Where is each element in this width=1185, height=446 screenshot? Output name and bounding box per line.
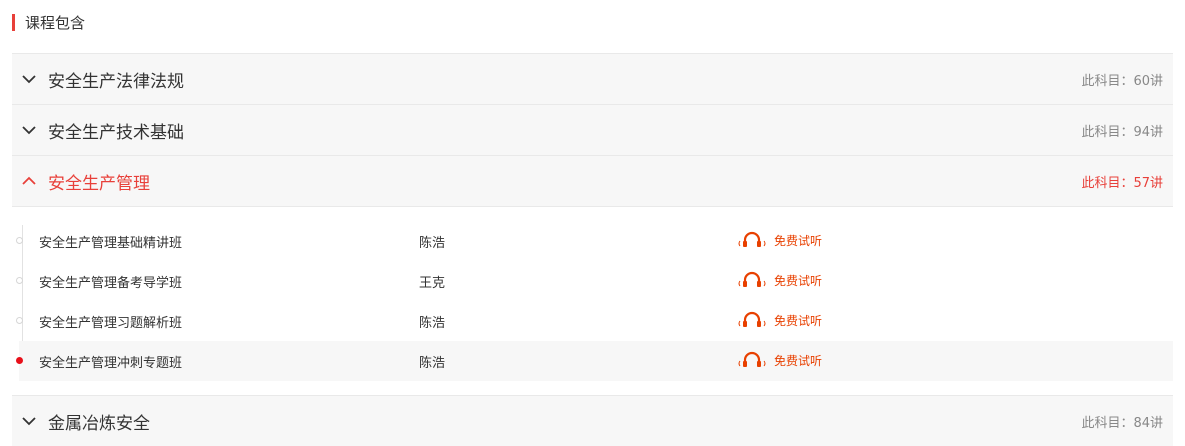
course-row-active[interactable]: 安全生产管理冲刺专题班 陈浩 免费试听 bbox=[16, 341, 1173, 381]
accordion-body: 安全生产管理基础精讲班 陈浩 免费试听 安全生产管理备考导学班 王克 免费试听 … bbox=[12, 206, 1173, 395]
accordion-item: 安全生产技术基础 此科目：94讲 bbox=[12, 104, 1173, 155]
accordion-header-legal[interactable]: 安全生产法律法规 此科目：60讲 bbox=[12, 54, 1173, 104]
accordion-item: 安全生产法律法规 此科目：60讲 bbox=[12, 53, 1173, 104]
lecture-count: 此科目：60讲 bbox=[1081, 73, 1163, 89]
accordion-header-management[interactable]: 安全生产管理 此科目：57讲 bbox=[12, 156, 1173, 206]
course-name: 安全生产管理基础精讲班 bbox=[39, 235, 183, 251]
free-trial-label: 免费试听 bbox=[774, 273, 823, 288]
section-header: 课程包含 bbox=[12, 12, 85, 32]
section-accent-bar bbox=[12, 13, 15, 31]
chevron-down-icon bbox=[20, 412, 38, 430]
course-row[interactable]: 安全生产管理基础精讲班 陈浩 免费试听 bbox=[16, 221, 1173, 261]
accordion-header-metallurgy[interactable]: 金属冶炼安全 此科目：84讲 bbox=[12, 396, 1173, 446]
teacher-name: 陈浩 bbox=[419, 235, 446, 251]
headphones-icon bbox=[738, 271, 766, 287]
free-trial-button[interactable]: 免费试听 bbox=[736, 231, 822, 249]
free-trial-button[interactable]: 免费试听 bbox=[736, 271, 822, 289]
chevron-down-icon bbox=[20, 121, 38, 139]
lecture-count: 此科目：84讲 bbox=[1081, 415, 1163, 431]
chevron-up-icon bbox=[20, 172, 38, 190]
teacher-name: 陈浩 bbox=[419, 315, 446, 331]
course-row[interactable]: 安全生产管理备考导学班 王克 免费试听 bbox=[16, 261, 1173, 301]
headphones-icon bbox=[738, 311, 766, 327]
course-row[interactable]: 安全生产管理习题解析班 陈浩 免费试听 bbox=[16, 301, 1173, 341]
accordion-title: 安全生产管理 bbox=[48, 173, 150, 194]
accordion-title: 安全生产技术基础 bbox=[48, 122, 184, 143]
timeline-dot-active bbox=[16, 357, 23, 364]
course-accordion: 安全生产法律法规 此科目：60讲 安全生产技术基础 此科目：94讲 安全生产管理… bbox=[12, 53, 1173, 446]
accordion-item: 安全生产管理 此科目：57讲 安全生产管理基础精讲班 陈浩 免费试听 安全生产管… bbox=[12, 155, 1173, 395]
accordion-item: 金属冶炼安全 此科目：84讲 bbox=[12, 395, 1173, 446]
chevron-down-icon bbox=[20, 70, 38, 88]
free-trial-label: 免费试听 bbox=[774, 353, 823, 368]
timeline-dot bbox=[16, 237, 23, 244]
course-name: 安全生产管理冲刺专题班 bbox=[39, 355, 183, 371]
free-trial-button[interactable]: 免费试听 bbox=[736, 351, 822, 369]
accordion-title: 安全生产法律法规 bbox=[48, 71, 184, 92]
timeline-dot bbox=[16, 317, 23, 324]
teacher-name: 王克 bbox=[419, 275, 446, 291]
lecture-count: 此科目：94讲 bbox=[1081, 124, 1163, 140]
accordion-title: 金属冶炼安全 bbox=[48, 413, 150, 434]
timeline-dot bbox=[16, 277, 23, 284]
course-name: 安全生产管理习题解析班 bbox=[39, 315, 183, 331]
lecture-count: 此科目：57讲 bbox=[1081, 175, 1163, 191]
course-name: 安全生产管理备考导学班 bbox=[39, 275, 183, 291]
headphones-icon bbox=[738, 231, 766, 247]
free-trial-label: 免费试听 bbox=[774, 313, 823, 328]
section-title: 课程包含 bbox=[25, 13, 86, 32]
free-trial-label: 免费试听 bbox=[774, 233, 823, 248]
free-trial-button[interactable]: 免费试听 bbox=[736, 311, 822, 329]
accordion-header-technology[interactable]: 安全生产技术基础 此科目：94讲 bbox=[12, 105, 1173, 155]
headphones-icon bbox=[738, 351, 766, 367]
teacher-name: 陈浩 bbox=[419, 355, 446, 371]
